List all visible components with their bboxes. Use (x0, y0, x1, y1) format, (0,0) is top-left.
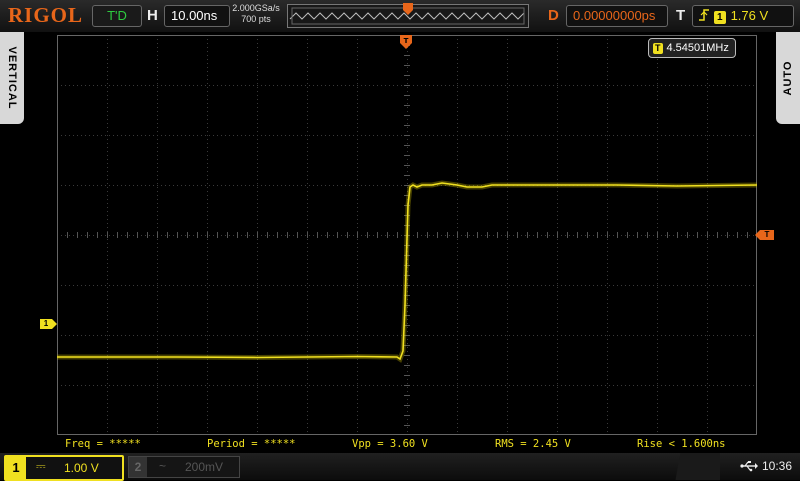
trigger-settings[interactable]: 1 1.76 V (692, 5, 794, 27)
trigger-source: 1 (714, 11, 726, 24)
dc-coupling-icon: ⎓ (36, 459, 46, 473)
ac-coupling-icon: ~ (159, 459, 167, 473)
channel-2-scale: 200mV (185, 460, 224, 474)
frequency-counter: T 4.54501MHz (648, 38, 736, 58)
channel-1-button[interactable]: 1 ⎓ 1.00 V (4, 455, 124, 481)
channel-status-bar: 1 ⎓ 1.00 V 2 ~ 200mV 10:36 (0, 453, 800, 481)
measurement-period[interactable]: Period = ***** (207, 438, 296, 450)
auto-tab-label: AUTO (782, 60, 794, 96)
frequency-counter-source: T (653, 43, 663, 54)
measurement-rms[interactable]: RMS = 2.45 V (495, 438, 571, 450)
measurement-bar: Freq = ***** Period = ***** Vpp = 3.60 V… (57, 436, 757, 452)
measurement-vpp[interactable]: Vpp = 3.60 V (352, 438, 428, 450)
vertical-tab-label: VERTICAL (6, 46, 18, 110)
timebase-value[interactable]: 10.00ns (164, 5, 230, 27)
frequency-counter-value: 4.54501MHz (666, 42, 729, 54)
channel-2-number: 2 (129, 457, 147, 477)
vertical-menu-tab[interactable]: VERTICAL (0, 32, 24, 124)
memory-trigger-marker-icon (403, 3, 413, 15)
trigger-position-marker-icon[interactable]: T (400, 35, 412, 51)
brand-logo: RIGOL (8, 3, 84, 27)
trigger-level: 1.76 V (730, 8, 769, 23)
measurement-rise[interactable]: Rise < 1.600ns (637, 438, 726, 450)
trigger-level-marker[interactable]: T (755, 230, 774, 240)
sample-rate: 2.000GSa/s (232, 3, 280, 13)
waveform-display[interactable] (57, 35, 757, 435)
bar-bevel (650, 453, 720, 480)
channel-2-button[interactable]: 2 ~ 200mV (128, 456, 240, 478)
horizontal-label: H (147, 7, 158, 24)
delay-label: D (548, 7, 559, 24)
rising-edge-icon (699, 9, 709, 21)
usb-icon (740, 461, 758, 472)
trigger-label: T (676, 7, 686, 24)
delay-value[interactable]: 0.00000000ps (566, 5, 668, 27)
run-state-indicator[interactable]: T'D (92, 5, 142, 27)
channel-1-number: 1 (6, 457, 26, 479)
acquisition-info: 2.000GSa/s 700 pts (228, 3, 284, 25)
ch1-waveform-trace (57, 180, 757, 363)
measurement-freq[interactable]: Freq = ***** (65, 438, 141, 450)
svg-text:T: T (404, 37, 409, 45)
top-status-bar: RIGOL T'D H 10.00ns 2.000GSa/s 700 pts D… (0, 0, 800, 32)
clock: 10:36 (762, 459, 793, 473)
ch1-offset-marker[interactable]: 1 (40, 319, 57, 329)
memory-map (287, 3, 529, 28)
channel-1-scale: 1.00 V (64, 461, 99, 475)
memory-depth: 700 pts (241, 14, 271, 24)
auto-menu-tab[interactable]: AUTO (776, 32, 800, 124)
